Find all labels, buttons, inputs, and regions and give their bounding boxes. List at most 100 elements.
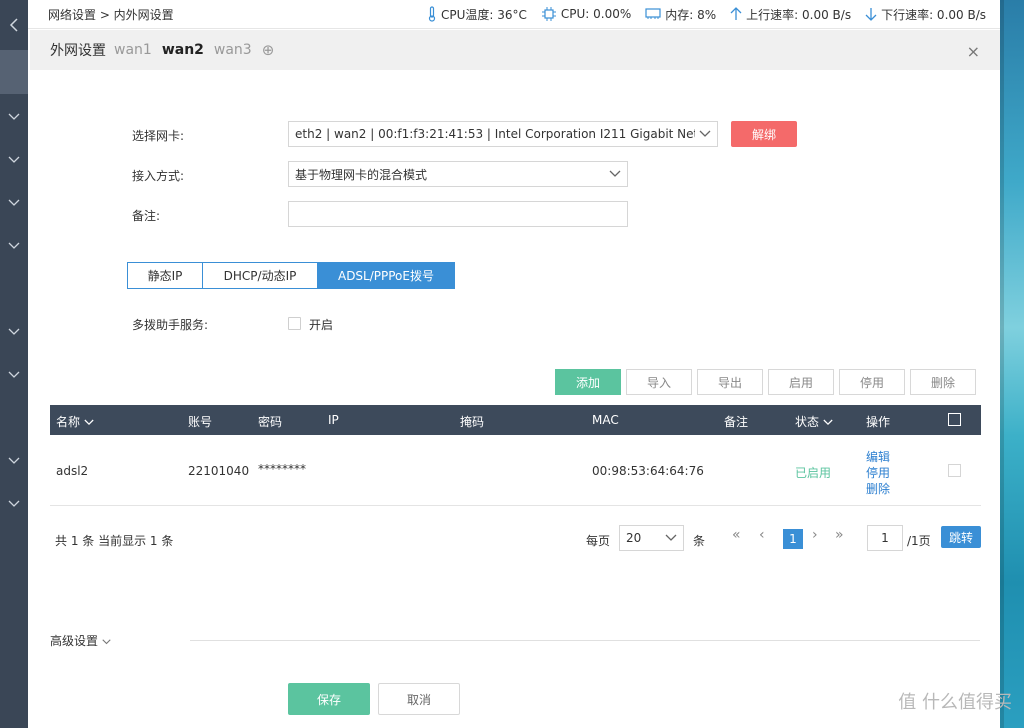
note-input[interactable] (288, 201, 628, 227)
mode-pppoe[interactable]: ADSL/PPPoE拨号 (318, 262, 455, 289)
tab-wan1[interactable]: wan1 (114, 42, 152, 58)
upload-stat: 上行速率: 0.00 B/s (730, 6, 851, 23)
upload-text: 上行速率: 0.00 B/s (746, 7, 852, 22)
close-icon[interactable]: × (967, 42, 980, 61)
cell-name: adsl2 (56, 464, 89, 478)
prev-page-icon[interactable]: ‹ (759, 527, 765, 543)
wan-settings-panel: 外网设置 wan1 wan2 wan3 ⊕ × 选择网卡: eth2 | wan… (30, 30, 1000, 728)
chevron-down-icon (665, 534, 677, 541)
memory-icon (645, 8, 661, 19)
add-button[interactable]: 添加 (555, 369, 621, 395)
column-header-action: 操作 (866, 415, 891, 429)
import-button[interactable]: 导入 (626, 369, 692, 395)
cell-status: 已启用 (795, 466, 832, 480)
sidebar-active-item[interactable] (0, 50, 28, 94)
access-mode-value: 基于物理网卡的混合模式 (295, 167, 428, 182)
note-label: 备注: (132, 209, 161, 223)
mode-dhcp[interactable]: DHCP/动态IP (203, 262, 318, 289)
select-all-checkbox[interactable] (948, 413, 961, 426)
sidebar-chevron-down-icon[interactable] (0, 454, 28, 468)
advanced-settings-toggle[interactable]: 高级设置 (50, 632, 111, 649)
pagination-summary: 共 1 条 当前显示 1 条 (55, 534, 174, 548)
tab-wan2[interactable]: wan2 (162, 42, 204, 58)
sidebar-chevron-down-icon[interactable] (0, 368, 28, 382)
total-pages: /1页 (907, 534, 931, 548)
column-header-ip: IP (328, 413, 339, 427)
column-header-mac: MAC (592, 413, 619, 427)
chevron-down-icon (699, 130, 711, 137)
row-checkbox[interactable] (948, 464, 961, 477)
last-page-icon[interactable]: » (835, 527, 844, 543)
column-header-note: 备注 (724, 415, 749, 429)
delete-link[interactable]: 删除 (866, 480, 890, 497)
per-page-unit: 条 (693, 534, 706, 548)
cpu-stat: CPU: 0.00% (541, 7, 631, 21)
export-button[interactable]: 导出 (697, 369, 763, 395)
multidial-toggle-label: 开启 (309, 318, 334, 332)
disable-link[interactable]: 停用 (866, 464, 890, 481)
edit-link[interactable]: 编辑 (866, 448, 890, 465)
tab-wan3[interactable]: wan3 (214, 42, 252, 58)
access-label: 接入方式: (132, 169, 185, 183)
nic-label: 选择网卡: (132, 129, 185, 143)
sidebar-chevron-down-icon[interactable] (0, 196, 28, 210)
column-header-status-text: 状态 (795, 415, 820, 429)
chevron-down-icon (823, 419, 833, 426)
nic-select-value: eth2 | wan2 | 00:f1:f3:21:41:53 | Intel … (295, 127, 695, 141)
chevron-down-icon (609, 170, 621, 177)
table-row: adsl2 22101040 ******** 00:98:53:64:64:7… (50, 436, 981, 506)
column-header-name-text: 名称 (56, 415, 81, 429)
chevron-down-icon (84, 419, 94, 426)
goto-page-button[interactable]: 跳转 (941, 526, 981, 548)
goto-page-input[interactable]: 1 (867, 525, 903, 551)
nic-select[interactable]: eth2 | wan2 | 00:f1:f3:21:41:53 | Intel … (288, 121, 718, 147)
sidebar-chevron-down-icon[interactable] (0, 325, 28, 339)
cpu-text: CPU: 0.00% (560, 7, 632, 21)
enable-button[interactable]: 启用 (768, 369, 834, 395)
tab-bar: 外网设置 wan1 wan2 wan3 ⊕ × (30, 30, 1000, 70)
per-page-select[interactable]: 20 (619, 525, 684, 551)
panel-title: 外网设置 (50, 43, 106, 59)
sidebar-chevron-down-icon[interactable] (0, 153, 28, 167)
sidebar-chevron-down-icon[interactable] (0, 497, 28, 511)
divider (190, 640, 980, 641)
multidial-label: 多拨助手服务: (132, 318, 209, 332)
mode-static-ip[interactable]: 静态IP (127, 262, 203, 289)
advanced-settings-label: 高级设置 (50, 634, 99, 648)
disable-button[interactable]: 停用 (839, 369, 905, 395)
thermometer-icon (428, 6, 436, 22)
chevron-down-icon (102, 639, 111, 645)
cpu-temp-text: CPU温度: 36°C (440, 7, 527, 22)
cancel-button[interactable]: 取消 (378, 683, 460, 715)
cpu-temp-stat: CPU温度: 36°C (427, 6, 527, 23)
add-tab-icon[interactable]: ⊕ (262, 41, 275, 59)
first-page-icon[interactable]: « (732, 527, 741, 543)
cell-account: 22101040 (188, 464, 250, 478)
arrow-up-icon (730, 7, 742, 20)
cell-mac: 00:98:53:64:64:76 (592, 464, 704, 478)
table-header: 名称 账号 密码 IP 掩码 MAC 备注 状态 操作 (50, 405, 981, 435)
current-page-button[interactable]: 1 (783, 529, 803, 549)
delete-button[interactable]: 删除 (910, 369, 976, 395)
column-header-account: 账号 (188, 415, 213, 429)
column-header-mask: 掩码 (460, 415, 485, 429)
save-button[interactable]: 保存 (288, 683, 370, 715)
cpu-chip-icon (541, 7, 556, 21)
download-stat: 下行速率: 0.00 B/s (865, 6, 986, 23)
per-page-value: 20 (626, 531, 642, 545)
left-sidebar (0, 0, 28, 728)
unbind-button[interactable]: 解绑 (731, 121, 797, 147)
sidebar-chevron-down-icon[interactable] (0, 110, 28, 124)
desktop-background (1000, 0, 1024, 728)
next-page-icon[interactable]: › (812, 527, 818, 543)
per-page-label: 每页 (586, 534, 611, 548)
access-mode-select[interactable]: 基于物理网卡的混合模式 (288, 161, 628, 187)
back-arrow-icon[interactable] (0, 0, 28, 50)
breadcrumb: 网络设置 > 内外网设置 (48, 7, 174, 22)
column-header-name[interactable]: 名称 (56, 413, 94, 430)
multidial-checkbox[interactable] (288, 317, 301, 330)
download-text: 下行速率: 0.00 B/s (881, 7, 986, 22)
column-header-status[interactable]: 状态 (795, 413, 833, 430)
memory-text: 内存: 8% (665, 7, 717, 22)
sidebar-chevron-down-icon[interactable] (0, 239, 28, 253)
